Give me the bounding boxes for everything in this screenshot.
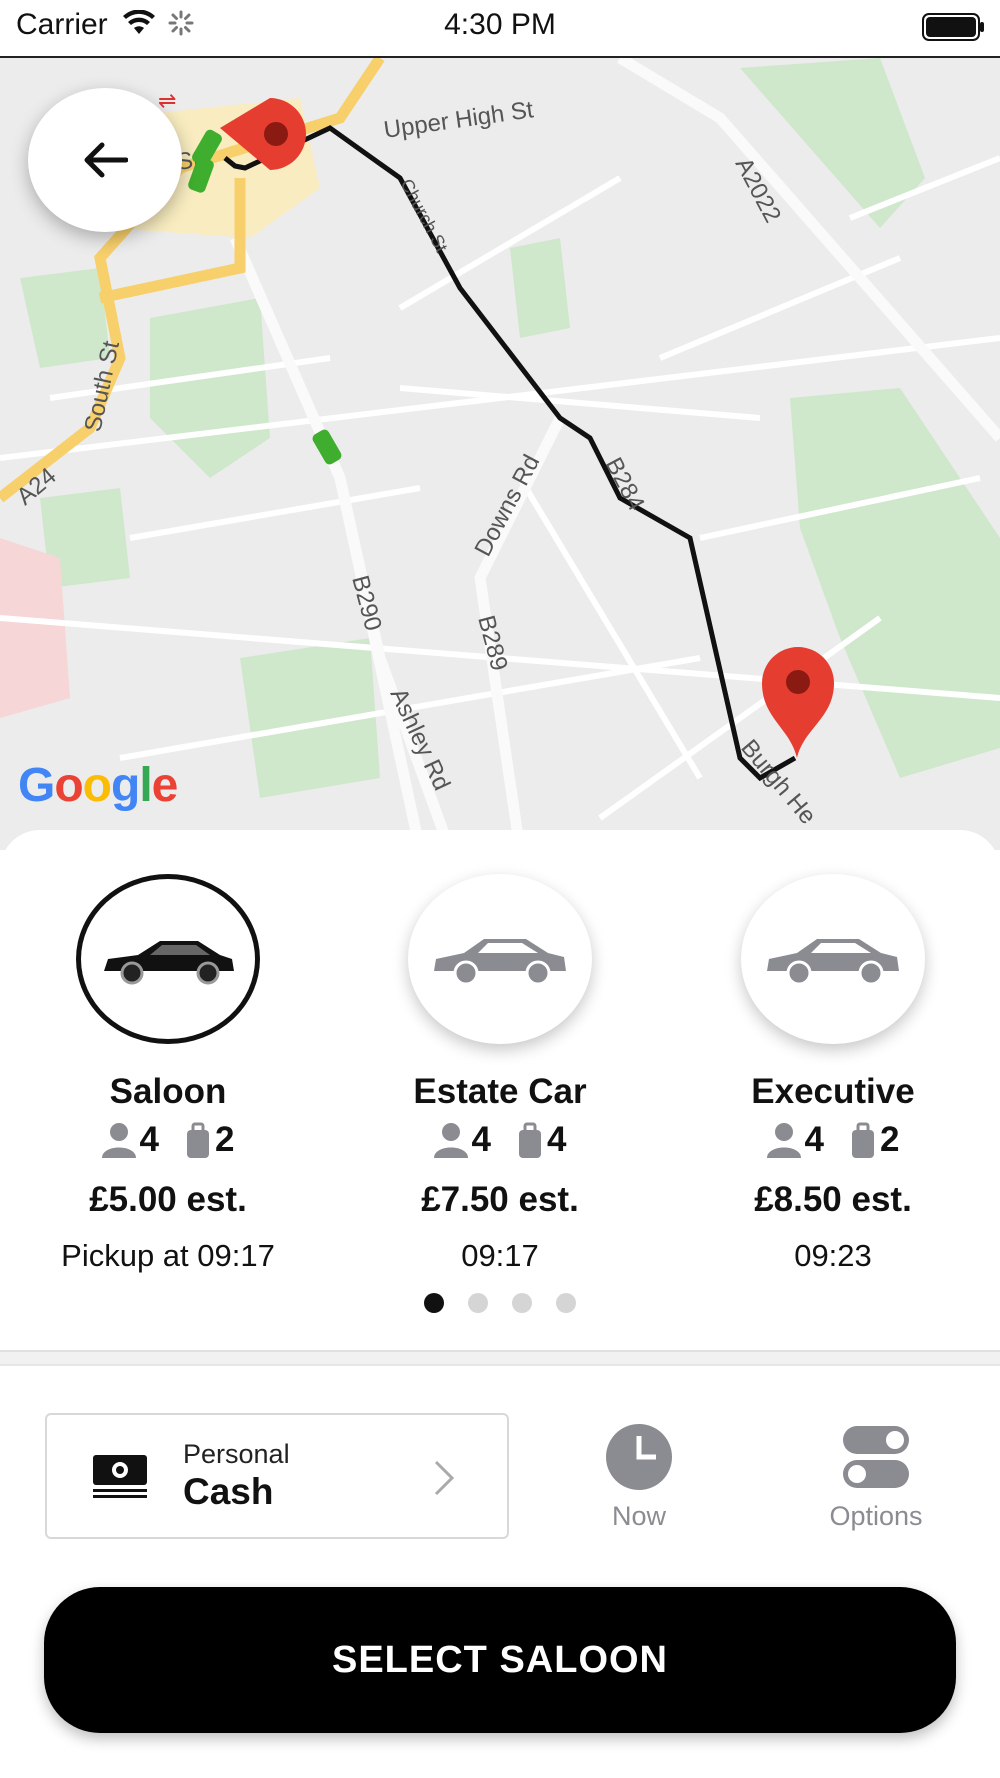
passenger-icon — [101, 1123, 136, 1158]
vehicle-eta: 09:23 — [794, 1238, 872, 1273]
back-button[interactable] — [28, 88, 182, 232]
page-dot[interactable] — [512, 1293, 532, 1313]
vehicle-card-estate[interactable]: Estate Car 4 4 £7.50 est. 09:17 — [350, 874, 650, 1274]
battery-icon — [922, 13, 984, 41]
road-label: B290 — [346, 573, 387, 634]
vehicle-card-saloon[interactable]: Saloon 4 2 £5.00 est. Pickup at 09:17 — [18, 874, 318, 1274]
passenger-count: 4 — [804, 1120, 824, 1159]
logo-letter: o — [54, 759, 83, 812]
status-bar: Carrier 4:30 PM — [0, 0, 1000, 58]
schedule-now-button[interactable]: Now — [564, 1424, 714, 1532]
schedule-now-label: Now — [611, 1501, 666, 1531]
page-indicator[interactable] — [0, 1293, 1000, 1313]
vehicle-eta: 09:17 — [461, 1238, 539, 1273]
clock-icon — [606, 1424, 672, 1490]
google-logo: Google — [18, 758, 179, 813]
vehicle-image-circle[interactable] — [76, 874, 260, 1044]
cash-icon — [93, 1455, 147, 1498]
road-label: Burgh He — [735, 735, 821, 830]
luggage-icon — [519, 1122, 541, 1158]
payment-method-label: Cash — [183, 1471, 274, 1512]
logo-letter: l — [139, 759, 152, 812]
payment-method-selector[interactable]: Personal Cash — [45, 1413, 509, 1539]
road-label: Upper High St — [382, 96, 535, 144]
park-area — [790, 388, 1000, 778]
logo-letter: g — [111, 759, 140, 812]
page-dot[interactable] — [556, 1293, 576, 1313]
passenger-count: 4 — [139, 1120, 159, 1159]
vehicle-name: Saloon — [109, 1072, 227, 1111]
dropoff-pin-icon — [762, 647, 834, 758]
vehicle-price: £8.50 est. — [754, 1180, 912, 1219]
vehicle-image-circle[interactable] — [741, 874, 925, 1044]
vehicle-image-circle[interactable] — [408, 874, 592, 1044]
luggage-count: 2 — [215, 1120, 235, 1159]
luggage-icon — [852, 1122, 874, 1158]
car-silhouette-icon — [434, 939, 566, 986]
passenger-count: 4 — [471, 1120, 491, 1159]
car-photo-icon — [104, 941, 234, 985]
vehicle-capacity: 4 4 — [350, 1120, 650, 1160]
vehicle-capacity: 4 2 — [683, 1120, 983, 1160]
vehicle-capacity: 4 2 — [18, 1120, 318, 1160]
luggage-count: 2 — [880, 1120, 900, 1159]
vehicle-name: Executive — [751, 1072, 915, 1111]
logo-letter: G — [18, 759, 55, 812]
page-dot[interactable] — [468, 1293, 488, 1313]
vehicle-eta: Pickup at 09:17 — [61, 1238, 275, 1273]
road-label: Church St — [396, 175, 451, 255]
toggles-icon — [843, 1426, 909, 1488]
road-label: B284 — [600, 453, 650, 515]
logo-letter: e — [151, 759, 179, 812]
park-area — [150, 298, 270, 478]
hospital-area — [0, 538, 70, 718]
chevron-right-icon — [434, 1460, 455, 1496]
status-time: 4:30 PM — [444, 8, 556, 41]
park-area — [510, 238, 570, 338]
select-vehicle-button[interactable]: SELECT SALOON — [44, 1587, 956, 1733]
logo-letter: o — [82, 759, 112, 812]
luggage-icon — [187, 1122, 209, 1158]
vehicle-price: £5.00 est. — [89, 1180, 247, 1219]
vehicle-price: £7.50 est. — [421, 1180, 579, 1219]
rail-station-icon: ⇌ — [158, 88, 176, 113]
vehicle-card-executive[interactable]: Executive 4 2 £8.50 est. 09:23 — [683, 874, 983, 1274]
ride-options-button[interactable]: Options — [801, 1424, 951, 1532]
vehicle-name: Estate Car — [413, 1072, 587, 1111]
car-silhouette-icon — [767, 939, 899, 986]
passenger-icon — [766, 1123, 801, 1158]
section-divider — [0, 1350, 1000, 1366]
page-dot[interactable] — [424, 1293, 444, 1313]
ride-options-label: Options — [829, 1501, 923, 1531]
road-label: B289 — [472, 613, 513, 674]
vehicle-sheet: Saloon 4 2 £5.00 est. Pickup at 09:17 Es… — [0, 830, 1000, 1778]
luggage-count: 4 — [547, 1120, 567, 1159]
arrow-left-icon — [84, 142, 128, 178]
payment-account-type: Personal — [183, 1439, 290, 1469]
passenger-icon — [433, 1123, 468, 1158]
